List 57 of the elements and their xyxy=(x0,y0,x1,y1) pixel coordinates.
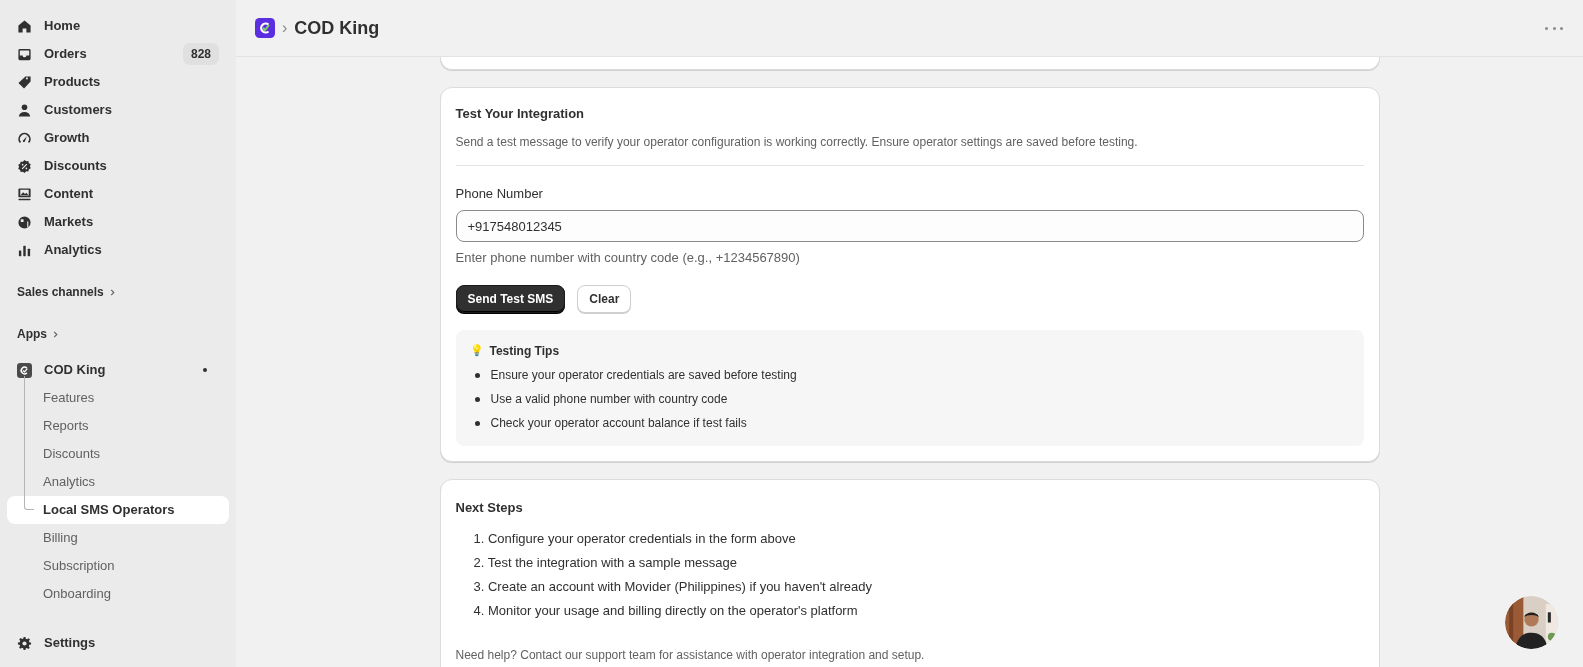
bullet-icon xyxy=(474,420,480,426)
lightbulb-icon: 💡 xyxy=(469,342,484,359)
page-title: COD King xyxy=(294,16,381,40)
person-icon xyxy=(17,102,32,118)
sub-nav-item[interactable]: Billing xyxy=(7,524,229,552)
globe-icon xyxy=(17,214,32,230)
nav-item[interactable]: Markets xyxy=(7,208,229,236)
section-link[interactable]: Apps xyxy=(7,320,229,348)
tag-icon xyxy=(17,74,32,90)
app-logo-icon xyxy=(255,18,275,38)
sub-nav-item[interactable]: Features xyxy=(7,384,229,412)
section-link[interactable]: Sales channels xyxy=(7,278,229,306)
nav-item[interactable]: Customers xyxy=(7,96,229,124)
sub-nav-item[interactable]: Discounts xyxy=(7,440,229,468)
nav-item[interactable]: Growth xyxy=(7,124,229,152)
step-text: 3. Create an account with Movider (Philippines) if you haven't already xyxy=(473,579,873,595)
image-card-icon xyxy=(17,186,32,202)
bullet-icon xyxy=(474,396,480,402)
discount-badge-icon xyxy=(17,158,32,174)
gear-icon xyxy=(17,635,32,651)
help-footer-text: Need help? Contact our support team for assistance with operator integration and setup. xyxy=(455,647,926,664)
nav-item[interactable]: Orders 828 xyxy=(7,40,229,68)
send-test-button[interactable]: Send Test SMS xyxy=(455,284,566,313)
bullet-icon xyxy=(474,372,480,378)
nav-item[interactable]: Home xyxy=(7,12,229,40)
step-text: 1. Configure your operator credentials in the form above xyxy=(473,531,797,547)
sub-nav-item[interactable]: Analytics xyxy=(7,468,229,496)
inbox-icon xyxy=(17,46,32,62)
settings-nav-item[interactable]: Settings xyxy=(7,629,229,657)
help-text: Enter phone number with country code (e.g., +1234567890) xyxy=(455,249,801,267)
card-title: Test Your Integration xyxy=(455,105,586,123)
nav-item[interactable]: Content xyxy=(7,180,229,208)
app-nav-item[interactable]: COD King xyxy=(7,356,229,384)
clear-button[interactable]: Clear xyxy=(577,284,632,313)
chevron-icon xyxy=(52,330,59,338)
nav-item[interactable]: Discounts xyxy=(7,152,229,180)
count-badge: 828 xyxy=(182,43,219,65)
card-description: Send a test message to verify your operator configuration is working correctly. Ensure operator settings are saved before testing. xyxy=(455,133,1139,151)
sub-nav-item[interactable]: Subscription xyxy=(7,552,229,580)
tip-text: Ensure your operator credentials are saved before testing xyxy=(490,366,797,384)
step-text: 4. Monitor your usage and billing directly on the operator's platform xyxy=(473,603,859,619)
sub-nav-item[interactable]: Local SMS Operators xyxy=(7,496,229,524)
tips-title: Testing Tips xyxy=(489,342,560,360)
step-text: 2. Test the integration with a sample message xyxy=(473,555,739,571)
app-logo-icon xyxy=(17,362,32,378)
tip-text: Check your operator account balance if test fails xyxy=(490,414,747,432)
nav-item[interactable]: Analytics xyxy=(7,236,229,264)
home-icon xyxy=(17,18,32,34)
sub-nav-item[interactable]: Onboarding xyxy=(7,580,229,608)
card-title: Next Steps xyxy=(455,498,524,517)
breadcrumb-separator: › xyxy=(282,18,288,38)
nav-item[interactable]: Products xyxy=(7,68,229,96)
tip-text: Use a valid phone number with country code xyxy=(490,390,728,408)
phone-input-field[interactable]: +917548012345 xyxy=(455,210,1364,242)
chevron-icon xyxy=(108,288,116,296)
field-label: Phone Number xyxy=(455,184,544,203)
sub-nav-item[interactable]: Reports xyxy=(7,412,229,440)
